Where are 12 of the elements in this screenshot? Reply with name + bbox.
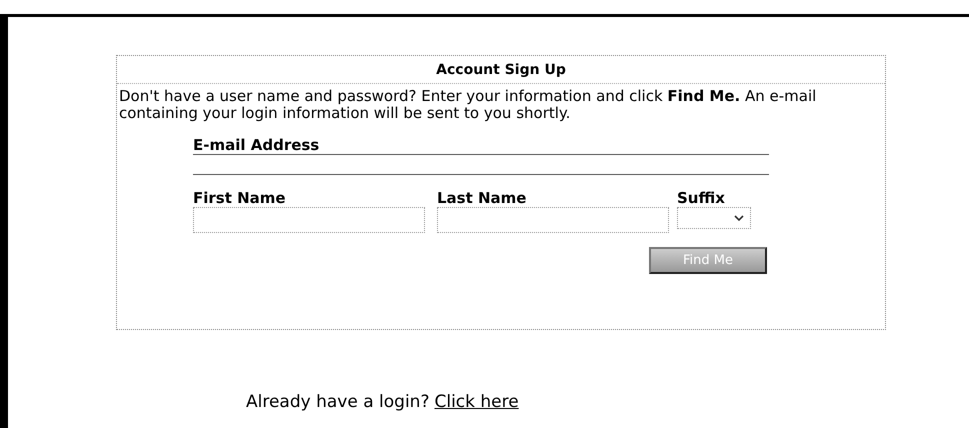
- first-name-label: First Name: [193, 189, 287, 207]
- last-name-field[interactable]: [437, 207, 669, 233]
- suffix-dropdown[interactable]: [677, 207, 751, 229]
- suffix-label: Suffix: [677, 189, 726, 207]
- caret-icon: [734, 215, 744, 221]
- form-title: Account Sign Up: [117, 56, 885, 84]
- email-label: E-mail Address: [193, 136, 320, 154]
- first-name-field[interactable]: [193, 207, 425, 233]
- intro-text: Don't have a user name and password? Enter your information and click Find Me. An e-mail containing your login information will be sent to you shortly.: [119, 88, 818, 122]
- login-prompt: Already have a login?: [246, 392, 430, 412]
- last-name-label: Last Name: [437, 189, 528, 207]
- click-here-link[interactable]: Click here: [434, 392, 519, 412]
